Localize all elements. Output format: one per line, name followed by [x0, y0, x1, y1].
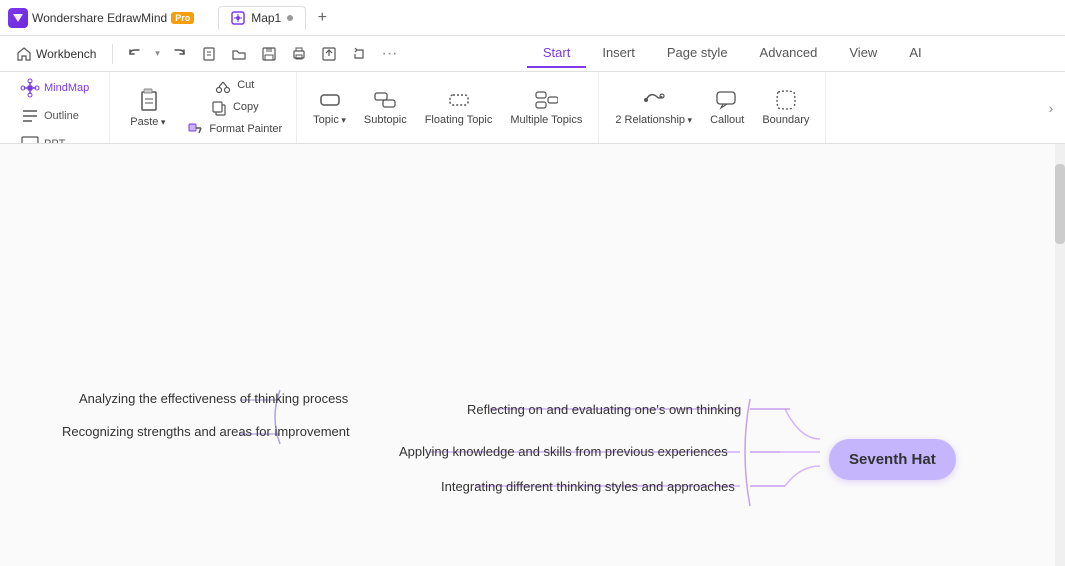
new-file-button[interactable] — [195, 40, 223, 68]
paste-label: Paste — [130, 116, 165, 129]
nav-tab-advanced[interactable]: Advanced — [744, 39, 834, 68]
scrollbar-right[interactable] — [1055, 144, 1065, 566]
divider-1 — [112, 44, 113, 64]
subtopic-button[interactable]: Subtopic — [356, 84, 415, 131]
home-icon — [16, 46, 32, 62]
redo-button[interactable] — [165, 40, 193, 68]
ribbon-expand-button[interactable]: › — [1041, 72, 1061, 143]
copy-label: Copy — [233, 101, 259, 114]
nav-tab-ai[interactable]: AI — [893, 39, 937, 68]
nav-tab-view[interactable]: View — [833, 39, 893, 68]
topic-button[interactable]: Topic — [305, 84, 354, 131]
topic-icon — [318, 88, 342, 112]
boundary-label: Boundary — [762, 114, 809, 127]
branch-integrating: Integrating different thinking styles an… — [441, 479, 735, 494]
nav-tab-insert[interactable]: Insert — [586, 39, 651, 68]
menu-bar: Workbench ▾ ··· Start Insert — [0, 36, 1065, 72]
mindmap-view-button[interactable]: MindMap — [12, 76, 97, 100]
print-button[interactable] — [285, 40, 313, 68]
title-bar: Wondershare EdrawMind Pro Map1 + — [0, 0, 1065, 36]
scrollbar-thumb[interactable] — [1055, 164, 1065, 244]
relationship-label: 2 Relationship — [615, 114, 692, 127]
relationship-icon — [642, 88, 666, 112]
floating-topic-button[interactable]: Floating Topic — [417, 84, 501, 131]
more-button[interactable]: ··· — [375, 40, 403, 68]
toolbar-actions: ▾ ··· — [121, 40, 403, 68]
undo-arrow[interactable]: ▾ — [151, 40, 163, 68]
tab-map1[interactable]: Map1 — [218, 6, 306, 30]
multiple-topics-icon — [534, 88, 558, 112]
nav-tab-page-style[interactable]: Page style — [651, 39, 744, 68]
save-button[interactable] — [255, 40, 283, 68]
format-painter-icon — [187, 122, 203, 138]
floating-topic-icon — [447, 88, 471, 112]
share-button[interactable] — [345, 40, 373, 68]
cut-label: Cut — [237, 79, 254, 92]
nav-tabs: Start Insert Page style Advanced View AI — [527, 39, 938, 68]
branch-analyzing: Analyzing the effectiveness of thinking … — [79, 391, 348, 406]
boundary-button[interactable]: Boundary — [754, 84, 817, 131]
tab-unsaved-dot — [287, 15, 293, 21]
view-group: MindMap Outline PPT — [4, 72, 110, 143]
clipboard-group: Paste Cut Copy — [110, 72, 297, 143]
relationship-group: 2 Relationship Callout Boundary — [599, 72, 826, 143]
open-file-button[interactable] — [225, 40, 253, 68]
outline-view-button[interactable]: Outline — [12, 104, 97, 128]
export-button[interactable] — [315, 40, 343, 68]
multiple-topics-button[interactable]: Multiple Topics — [502, 84, 590, 131]
cut-button[interactable]: Cut — [181, 76, 288, 96]
ppt-icon — [20, 134, 40, 144]
copy-button[interactable]: Copy — [181, 98, 288, 118]
paste-icon — [134, 86, 162, 114]
tab-area: Map1 + — [218, 6, 334, 30]
canvas: Reflecting on and evaluating one's own t… — [0, 144, 1065, 566]
relationship-button[interactable]: 2 Relationship — [607, 84, 700, 131]
new-tab-button[interactable]: + — [310, 6, 334, 30]
central-node[interactable]: Seventh Hat — [829, 439, 956, 480]
map-svg — [0, 144, 1065, 566]
format-painter-button[interactable]: Format Painter — [181, 120, 288, 140]
cut-copy-format-group: Cut Copy Format Painter — [181, 76, 288, 140]
subtopic-icon — [373, 88, 397, 112]
nav-tab-start[interactable]: Start — [527, 39, 586, 68]
branch-reflecting: Reflecting on and evaluating one's own t… — [467, 402, 741, 417]
workbench-button[interactable]: Workbench — [8, 42, 104, 66]
mindmap-label: MindMap — [44, 82, 89, 94]
app-logo: Wondershare EdrawMind Pro — [8, 8, 194, 28]
pro-badge: Pro — [171, 12, 194, 24]
mindmap-icon — [20, 78, 40, 98]
undo-button[interactable] — [121, 40, 149, 68]
ppt-view-button[interactable]: PPT — [12, 132, 97, 144]
callout-label: Callout — [710, 114, 744, 127]
branch-applying: Applying knowledge and skills from previ… — [399, 444, 728, 459]
subtopic-label: Subtopic — [364, 114, 407, 127]
app-logo-icon — [8, 8, 28, 28]
topic-label: Topic — [313, 114, 346, 127]
map-icon — [231, 11, 245, 25]
copy-icon — [211, 100, 227, 116]
callout-button[interactable]: Callout — [702, 84, 752, 131]
floating-topic-label: Floating Topic — [425, 114, 493, 127]
insert-group: Topic Subtopic Floating Topic Multiple T… — [297, 72, 599, 143]
cut-icon — [215, 78, 231, 94]
branch-recognizing: Recognizing strengths and areas for impr… — [62, 424, 350, 439]
outline-label: Outline — [44, 110, 79, 122]
tab-label: Map1 — [251, 11, 281, 25]
format-painter-label: Format Painter — [209, 123, 282, 136]
multiple-topics-label: Multiple Topics — [510, 114, 582, 127]
app-name-label: Wondershare EdrawMind — [32, 11, 167, 25]
ribbon: MindMap Outline PPT — [0, 72, 1065, 144]
outline-icon — [20, 106, 40, 126]
paste-button[interactable]: Paste — [118, 82, 177, 133]
callout-icon — [715, 88, 739, 112]
boundary-icon — [774, 88, 798, 112]
workbench-label: Workbench — [36, 47, 96, 61]
